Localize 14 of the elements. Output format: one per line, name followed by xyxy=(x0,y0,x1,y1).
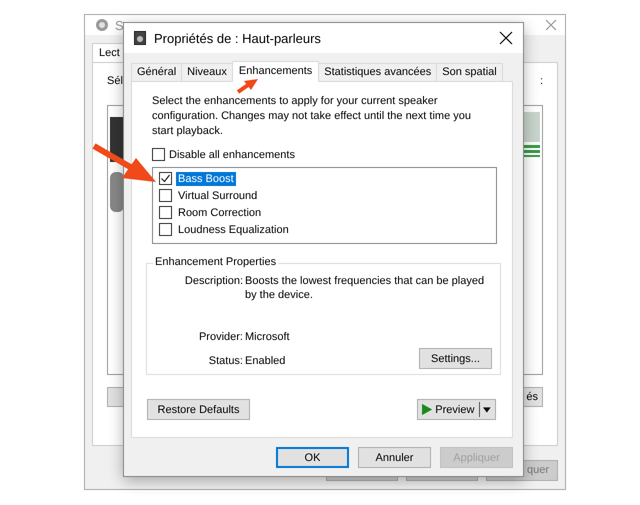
group-title: Enhancement Properties xyxy=(153,256,278,268)
label: : xyxy=(540,75,543,87)
field-value: Boosts the lowest frequencies that can be played by the device. xyxy=(245,274,486,302)
field-value: Enabled xyxy=(245,354,286,368)
window-title: Propriétés de : Haut-parleurs xyxy=(154,30,321,46)
field-value: Microsoft xyxy=(245,330,291,344)
label: Sél xyxy=(107,75,123,87)
field-label: Status: xyxy=(208,354,243,368)
checkbox-label: Disable all enhancements xyxy=(169,148,295,160)
window-title: S xyxy=(115,18,124,32)
field-label: Description: xyxy=(184,274,243,289)
button-label: Preview xyxy=(435,404,474,416)
field-label: Provider: xyxy=(198,330,243,344)
instructions-text: Select the enhancements to apply for your current speaker configuration. Changes may not take effect until the next time you start playback. xyxy=(152,94,472,139)
